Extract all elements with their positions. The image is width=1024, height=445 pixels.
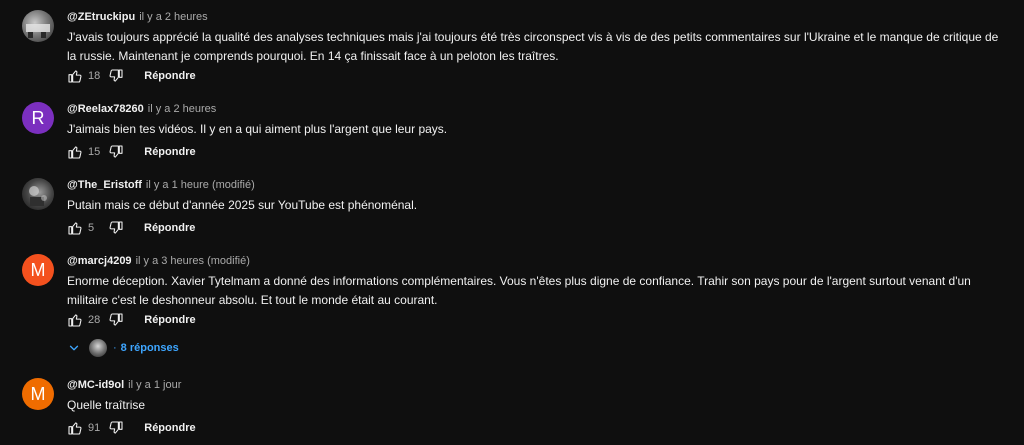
author-name[interactable]: @ZEtruckipu	[67, 11, 135, 23]
avatar[interactable]: R	[22, 102, 54, 134]
like-count: 15	[88, 146, 101, 158]
replies-count-label: 8 réponses	[120, 342, 179, 354]
thumb-down-icon	[109, 421, 123, 434]
like-button[interactable]	[67, 144, 83, 160]
like-button[interactable]	[67, 312, 83, 328]
view-replies-button[interactable]: · 8 réponses	[67, 338, 179, 358]
reply-button[interactable]: Répondre	[144, 314, 195, 326]
comment-text: Quelle traîtrise	[67, 398, 146, 412]
dislike-button[interactable]	[108, 312, 124, 328]
reply-button[interactable]: Répondre	[144, 70, 195, 82]
avatar-letter: R	[31, 107, 45, 128]
thumb-up-icon	[68, 422, 82, 435]
like-button[interactable]	[67, 68, 83, 84]
chevron-down-icon	[67, 341, 81, 355]
thumb-up-icon	[68, 314, 82, 327]
dislike-button[interactable]	[108, 420, 124, 436]
dislike-button[interactable]	[108, 220, 124, 236]
reply-button[interactable]: Répondre	[144, 146, 195, 158]
author-name[interactable]: @Reelax78260	[67, 103, 144, 115]
avatar[interactable]	[22, 10, 54, 42]
comment-time[interactable]: il y a 2 heures	[139, 11, 207, 23]
dislike-button[interactable]	[108, 68, 124, 84]
thumb-up-icon	[68, 70, 82, 83]
comment-text: Enorme déception. Xavier Tytelmam a donn…	[67, 274, 971, 307]
reply-button[interactable]: Répondre	[144, 422, 195, 434]
thumb-down-icon	[109, 221, 123, 234]
avatar-letter: M	[30, 259, 46, 280]
like-count: 91	[88, 422, 101, 434]
comment-text: Putain mais ce début d'année 2025 sur Yo…	[67, 198, 418, 212]
like-count: 5	[88, 222, 95, 234]
author-name[interactable]: @The_Eristoff	[67, 179, 142, 191]
like-count: 18	[88, 70, 101, 82]
comment-time[interactable]: il y a 1 heure (modifié)	[146, 179, 255, 191]
thumb-up-icon	[68, 222, 82, 235]
avatar-letter: M	[30, 383, 46, 404]
like-button[interactable]	[67, 220, 83, 236]
avatar-photo-icon	[29, 186, 47, 206]
comment-text: J'avais toujours apprécié la qualité des…	[67, 30, 999, 63]
like-button[interactable]	[67, 420, 83, 436]
thumb-down-icon	[109, 145, 123, 158]
avatar[interactable]	[22, 178, 54, 210]
thumb-down-icon	[109, 313, 123, 326]
separator-dot: ·	[113, 342, 117, 354]
comment-time[interactable]: il y a 3 heures (modifié)	[136, 255, 250, 267]
avatar[interactable]: M	[22, 254, 54, 286]
dislike-button[interactable]	[108, 144, 124, 160]
comment-time[interactable]: il y a 1 jour	[128, 379, 181, 391]
comment-time[interactable]: il y a 2 heures	[148, 103, 216, 115]
thumb-down-icon	[109, 69, 123, 82]
author-name[interactable]: @marcj4209	[67, 255, 132, 267]
author-name[interactable]: @MC-id9ol	[67, 379, 124, 391]
like-count: 28	[88, 314, 101, 326]
avatar[interactable]: M	[22, 378, 54, 410]
thumb-up-icon	[68, 146, 82, 159]
comment-text: J'aimais bien tes vidéos. Il y en a qui …	[67, 122, 448, 136]
reply-button[interactable]: Répondre	[144, 222, 195, 234]
avatar-photo-icon	[26, 24, 50, 38]
reply-author-avatar	[89, 339, 107, 357]
